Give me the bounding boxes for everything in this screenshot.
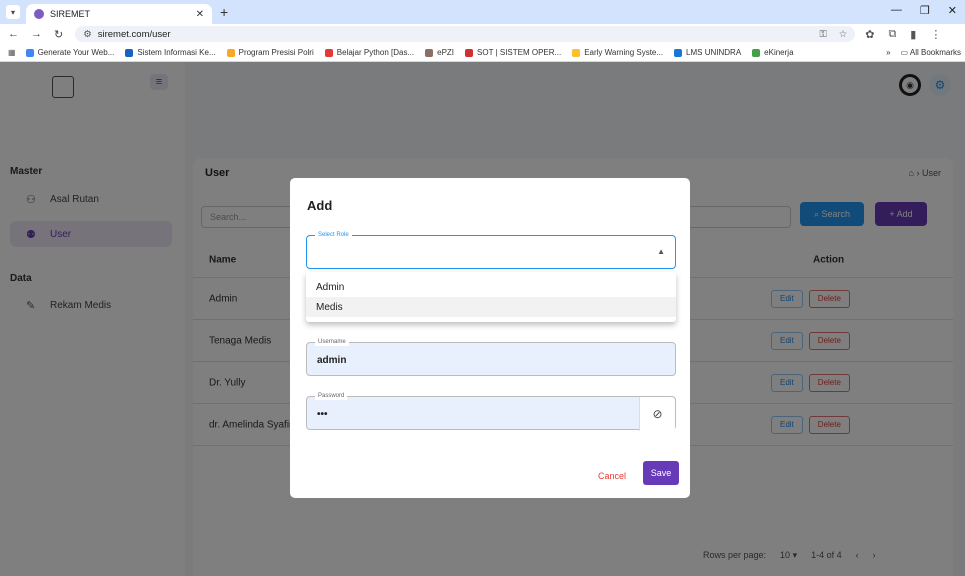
browser-window: ▾ SIREMET ✕ + — ❐ ✕ ← → ↻ ⚙ siremet.com/… [0, 0, 965, 576]
minimize-icon[interactable]: — [891, 4, 902, 17]
forward-icon[interactable]: → [31, 28, 42, 41]
tab-title: SIREMET [50, 9, 91, 19]
cancel-button[interactable]: Cancel [598, 471, 626, 481]
username-label: Username [315, 338, 349, 346]
close-window-icon[interactable]: ✕ [948, 4, 957, 17]
all-bookmarks[interactable]: ▭ All Bookmarks [901, 48, 961, 57]
apps-grid-icon[interactable]: ▦ [8, 48, 16, 57]
password-field[interactable]: Password ••• ⊘ [306, 392, 676, 431]
username-field[interactable]: Username admin [306, 338, 676, 376]
tab-search-icon[interactable]: ▾ [6, 5, 20, 19]
menu-kebab-icon[interactable]: ⋮ [930, 28, 941, 41]
bookmark-item[interactable]: Generate Your Web... [25, 48, 114, 57]
password-value: ••• [317, 409, 328, 420]
address-bar-row: ← → ↻ ⚙ siremet.com/user ⚿ ☆ ✿ ⧉ ▮ ⋮ [0, 24, 965, 44]
role-dropdown-menu: Admin Medis [306, 272, 676, 322]
extensions-puzzle-icon[interactable]: ⧉ [888, 28, 896, 41]
site-info-icon[interactable]: ⚙ [83, 29, 92, 40]
bookmark-item[interactable]: ePZI [425, 48, 454, 57]
bookmark-item[interactable]: Belajar Python [Das... [324, 48, 414, 57]
dialog-title: Add [307, 198, 333, 213]
tab-bar: ▾ SIREMET ✕ + — ❐ ✕ [0, 0, 965, 24]
reload-icon[interactable]: ↻ [54, 28, 63, 41]
role-select[interactable]: Select Role ▲ [306, 231, 676, 269]
bookmark-item[interactable]: Early Warning Syste... [572, 48, 663, 57]
chevron-up-icon: ▲ [657, 247, 665, 256]
bookmark-item[interactable]: SOT | SISTEM OPER... [465, 48, 561, 57]
url-bar[interactable]: ⚙ siremet.com/user ⚿ ☆ [75, 26, 856, 42]
extension-icon[interactable]: ✿ [865, 28, 874, 41]
back-icon[interactable]: ← [8, 28, 19, 41]
role-option-admin[interactable]: Admin [306, 277, 676, 297]
bookmark-item[interactable]: LMS UNINDRA [674, 48, 741, 57]
username-value: admin [317, 355, 347, 366]
new-tab-icon[interactable]: + [220, 4, 228, 20]
bookmark-star-icon[interactable]: ☆ [839, 29, 848, 40]
password-key-icon[interactable]: ⚿ [819, 29, 826, 40]
close-tab-icon[interactable]: ✕ [196, 9, 204, 20]
profile-icon[interactable]: ▮ [910, 28, 916, 41]
browser-tab[interactable]: SIREMET ✕ [26, 4, 212, 24]
role-label: Select Role [315, 231, 352, 239]
restore-icon[interactable]: ❐ [920, 4, 930, 17]
add-user-dialog: Add Select Role ▲ Username admin Passwor… [290, 178, 690, 498]
url-text: siremet.com/user [97, 28, 171, 40]
password-label: Password [315, 392, 348, 400]
favicon-icon [34, 9, 44, 19]
eye-off-icon[interactable]: ⊘ [639, 397, 675, 431]
bookmarks-bar: ▦ Generate Your Web... Sistem Informasi … [0, 44, 965, 62]
more-bookmarks-icon[interactable]: » [886, 48, 890, 57]
bookmark-item[interactable]: eKinerja [752, 48, 794, 57]
bookmark-item[interactable]: Sistem Informasi Ke... [125, 48, 216, 57]
role-option-medis[interactable]: Medis [306, 297, 676, 317]
save-button[interactable]: Save [643, 461, 679, 485]
window-controls: — ❐ ✕ [891, 4, 957, 17]
bookmark-item[interactable]: Program Presisi Polri [226, 48, 314, 57]
